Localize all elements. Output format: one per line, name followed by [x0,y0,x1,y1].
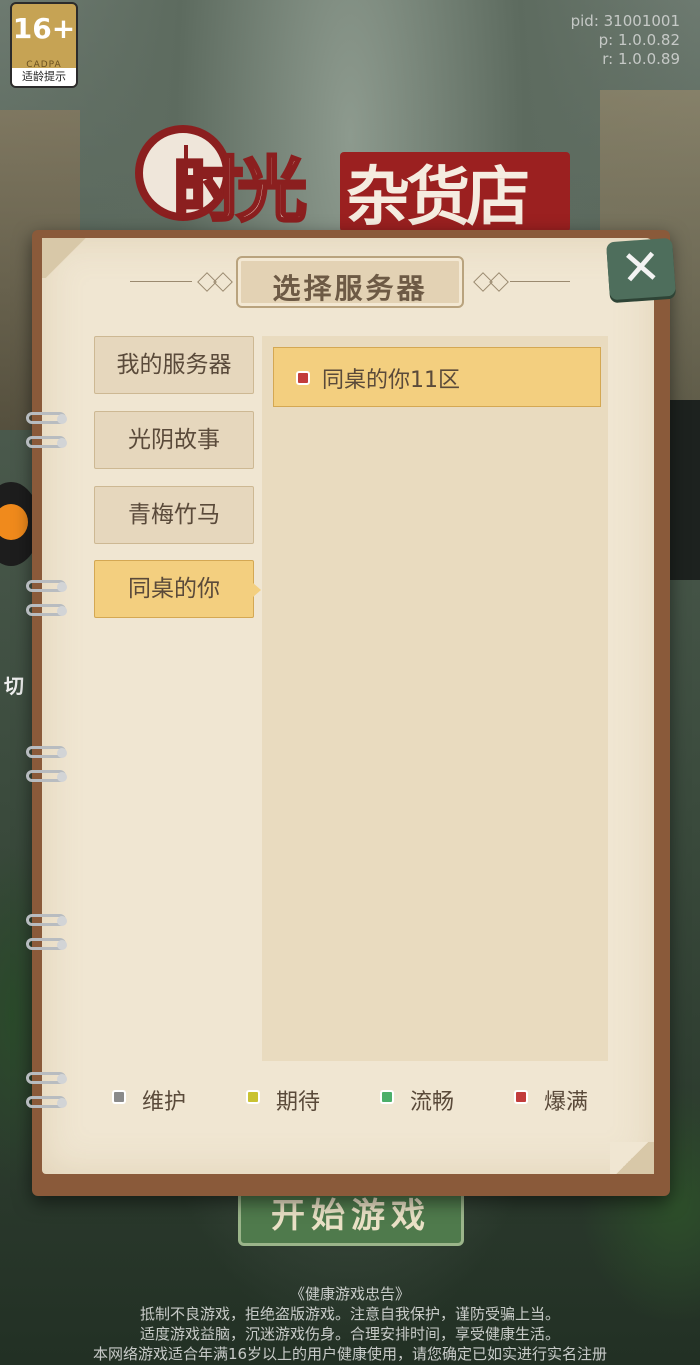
legend-label: 爆满 [544,1090,589,1115]
legend-label: 维护 [142,1090,187,1115]
game-logo: 时光 杂货店 [135,120,585,240]
status-maintenance-icon [112,1090,126,1104]
side-switch-text[interactable]: 切 [4,670,24,699]
close-icon: ✕ [618,238,663,298]
binder-ring-icon [26,1096,67,1108]
paper-fold-corner [610,1142,654,1174]
close-button[interactable]: ✕ [606,237,676,301]
status-full-icon [514,1090,528,1104]
binder-ring-icon [26,580,67,592]
binder-ring-icon [26,1072,67,1084]
paper-curl-corner [42,238,98,278]
health-notice-line: 本网络游戏适合年满16岁以上的用户健康使用，请您确定已如实进行实名注册 [92,1345,608,1363]
binder-ring-icon [26,938,67,950]
status-full-icon [296,371,310,385]
binder-ring-icon [26,412,67,424]
health-notice-line: 抵制不良游戏，拒绝盗版游戏。注意自我保护，谨防受骗上当。 [139,1305,560,1323]
health-notice-title: 《健康游戏忠告》 [289,1285,410,1303]
status-expected-icon [246,1090,260,1104]
binder-ring-icon [26,770,67,782]
server-list-item[interactable]: 同桌的你11区 [273,347,601,407]
start-game-button[interactable]: 开始游戏 [238,1188,464,1246]
title-divider-right [510,281,570,282]
status-smooth-icon [380,1090,394,1104]
tab-qingmei-zhuma[interactable]: 青梅竹马 [94,486,254,544]
binder-ring-icon [26,604,67,616]
binder-ring-icon [26,746,67,758]
dialog-title-box: 选择服务器 [236,256,464,308]
tab-guangyin-gushi[interactable]: 光阴故事 [94,411,254,469]
tab-tongzhuo-deni[interactable]: 同桌的你 [94,560,261,618]
version-p: p: 1.0.0.82 [598,31,680,49]
binder-ring-icon [26,436,67,448]
age-rating-badge[interactable]: 16+ CADPA 适龄提示 [10,2,78,88]
server-name: 同桌的你11区 [322,368,460,393]
version-info: pid: 31001001 p: 1.0.0.82 r: 1.0.0.89 [571,12,680,69]
logo-banner: 杂货店 [340,152,570,235]
age-rating-tip: 适龄提示 [12,68,76,86]
age-rating-number: 16+ [12,12,76,45]
health-notice-line: 适度游戏益脑，沉迷游戏伤身。合理安排时间，享受健康生活。 [139,1325,560,1343]
server-list-panel [262,336,608,1061]
dialog-title: 选择服务器 [272,272,428,305]
health-notice: 《健康游戏忠告》 抵制不良游戏，拒绝盗版游戏。注意自我保护，谨防受骗上当。 适度… [0,1284,700,1364]
version-pid: pid: 31001001 [570,12,680,30]
title-divider-left [130,281,192,282]
diamond-ornament-icon [489,272,509,292]
logo-text-part1: 时光 [172,147,309,233]
version-r: r: 1.0.0.89 [602,50,680,68]
logo-text-part2: 杂货店 [346,160,530,235]
binder-ring-icon [26,914,67,926]
dialog-title-bar: 选择服务器 [130,256,570,308]
legend-label: 流畅 [410,1090,455,1115]
legend-label: 期待 [276,1090,321,1115]
diamond-ornament-icon [213,272,233,292]
tab-my-servers[interactable]: 我的服务器 [94,336,254,394]
